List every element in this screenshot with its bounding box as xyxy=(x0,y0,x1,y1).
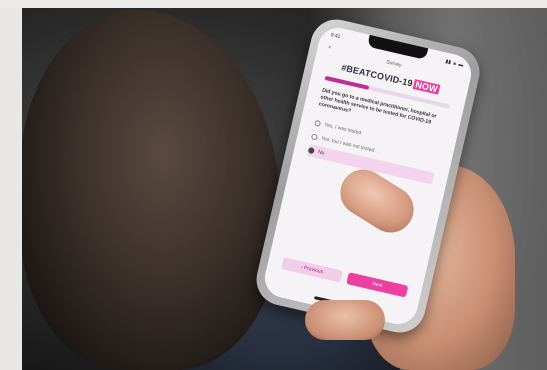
previous-button[interactable]: ‹ Previous xyxy=(280,257,344,283)
status-time: 9:41 xyxy=(330,32,341,41)
border-top xyxy=(0,0,547,8)
photo: 9:41 ▮▮ ▲ ▬ × Survey #BEATCOVID-19NOW Di… xyxy=(0,0,547,370)
nav-buttons: ‹ Previous Next xyxy=(280,257,409,298)
status-icons: ▮▮ ▲ ▬ xyxy=(444,58,464,69)
option-label: No xyxy=(317,149,326,157)
finger xyxy=(305,300,385,340)
radio-icon xyxy=(310,133,319,141)
radio-selected-icon xyxy=(307,146,315,155)
progress-fill xyxy=(324,75,370,90)
brand-badge: NOW xyxy=(412,79,441,95)
radio-icon xyxy=(313,119,322,127)
next-button[interactable]: Next xyxy=(346,272,409,298)
person-head xyxy=(20,10,280,370)
border-left xyxy=(0,0,22,370)
